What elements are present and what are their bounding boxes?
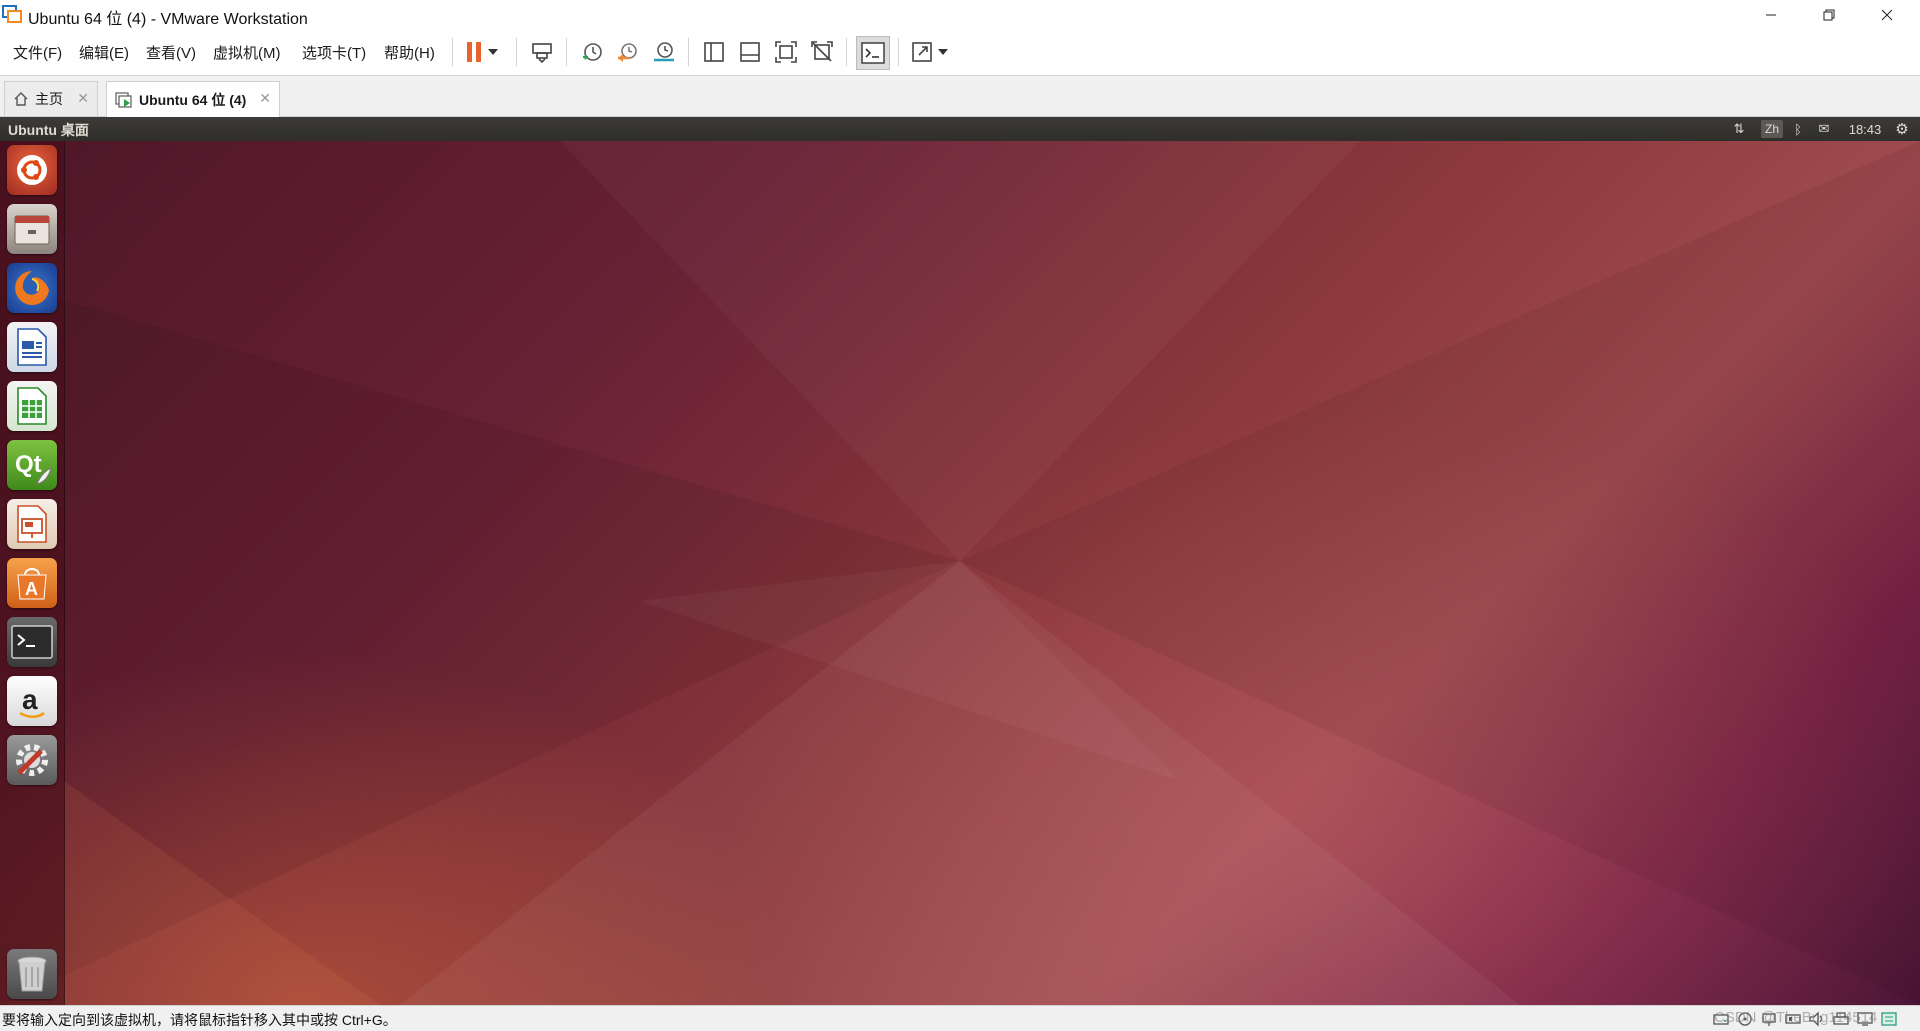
console-view-button[interactable] bbox=[856, 36, 890, 70]
network-indicator-icon[interactable]: ⇅ bbox=[1729, 120, 1749, 138]
minimize-icon bbox=[1766, 14, 1776, 15]
software-center-launcher-item[interactable]: A bbox=[7, 558, 57, 608]
toolbar-separator bbox=[688, 38, 689, 66]
ubuntu-panel-title: Ubuntu 桌面 bbox=[8, 122, 89, 138]
system-settings-launcher-item[interactable] bbox=[7, 735, 57, 785]
toolbar-separator bbox=[898, 38, 899, 66]
show-library-icon bbox=[704, 42, 724, 62]
writer-icon bbox=[17, 328, 47, 366]
snapshot-manager-button[interactable] bbox=[650, 38, 678, 66]
session-settings-icon[interactable]: ⚙ bbox=[1892, 120, 1912, 138]
fullscreen-button[interactable] bbox=[908, 38, 936, 66]
files-launcher-item[interactable] bbox=[7, 204, 57, 254]
keyboard-input-indicator[interactable]: Zh bbox=[1761, 120, 1783, 138]
ubuntu-launcher: Qt A a bbox=[0, 141, 65, 1005]
minimize-button[interactable] bbox=[1742, 0, 1800, 29]
tab-label: Ubuntu 64 位 (4) bbox=[139, 91, 247, 108]
tab-strip: 主页 ✕ Ubuntu 64 位 (4) ✕ bbox=[0, 76, 1920, 117]
dash-launcher-item[interactable] bbox=[7, 145, 57, 195]
status-bar: 要将输入定向到该虚拟机，请将鼠标指针移入其中或按 Ctrl+G。 CSDN @T… bbox=[0, 1005, 1920, 1031]
fit-guest-button[interactable] bbox=[772, 38, 800, 66]
unity-icon bbox=[811, 41, 833, 62]
close-button[interactable] bbox=[1858, 0, 1916, 29]
trash-icon bbox=[17, 956, 47, 992]
restore-icon bbox=[1823, 9, 1835, 20]
toolbar-separator bbox=[516, 38, 517, 66]
system-settings-icon bbox=[16, 744, 48, 776]
fullscreen-icon bbox=[912, 42, 932, 62]
take-snapshot-button[interactable] bbox=[578, 38, 606, 66]
pause-button[interactable] bbox=[460, 38, 488, 66]
firefox-launcher-item[interactable] bbox=[7, 263, 57, 313]
dash-icon bbox=[17, 155, 47, 185]
toolbar-separator bbox=[452, 38, 453, 66]
clock[interactable]: 18:43 bbox=[1843, 120, 1887, 138]
message-log-icon[interactable] bbox=[1880, 1011, 1898, 1027]
writer-launcher-item[interactable] bbox=[7, 322, 57, 372]
toolbar-separator bbox=[846, 38, 847, 66]
restore-button[interactable] bbox=[1800, 0, 1858, 29]
close-icon bbox=[1881, 9, 1893, 20]
revert-snapshot-icon bbox=[618, 43, 637, 62]
tab-close-icon[interactable]: ✕ bbox=[77, 90, 89, 107]
home-icon bbox=[14, 92, 28, 106]
menu-view[interactable]: 查看(V) bbox=[146, 42, 196, 63]
mail-indicator-icon[interactable]: ✉ bbox=[1813, 120, 1835, 138]
snapshot-icon bbox=[583, 43, 602, 61]
fit-guest-icon bbox=[775, 41, 797, 63]
menu-vm[interactable]: 虚拟机(M) bbox=[213, 42, 281, 63]
terminal-launcher-item[interactable] bbox=[7, 617, 57, 667]
snapshot-manager-icon bbox=[654, 42, 674, 62]
menu-tabs[interactable]: 选项卡(T) bbox=[302, 42, 366, 63]
vm-running-icon bbox=[115, 91, 132, 108]
software-center-icon: A bbox=[17, 568, 47, 600]
impress-launcher-item[interactable] bbox=[7, 499, 57, 549]
tab-ubuntu-vm[interactable]: Ubuntu 64 位 (4) ✕ bbox=[106, 81, 280, 117]
tab-label: 主页 bbox=[35, 91, 63, 107]
send-ctrl-alt-del-icon bbox=[532, 43, 552, 64]
tab-home[interactable]: 主页 ✕ bbox=[4, 81, 98, 116]
console-view-icon bbox=[861, 42, 885, 64]
wallpaper-facets bbox=[0, 141, 1920, 1005]
amazon-launcher-item[interactable]: a bbox=[7, 676, 57, 726]
fullscreen-dropdown[interactable] bbox=[936, 38, 950, 66]
ubuntu-desktop[interactable]: Qt A a bbox=[0, 141, 1920, 1005]
power-dropdown[interactable] bbox=[486, 38, 500, 66]
calc-launcher-item[interactable] bbox=[7, 381, 57, 431]
trash-launcher-item[interactable] bbox=[7, 949, 57, 999]
pause-icon bbox=[467, 42, 481, 62]
files-icon bbox=[14, 215, 50, 245]
revert-snapshot-button[interactable] bbox=[614, 38, 642, 66]
menu-toolbar: 文件(F) 编辑(E) 查看(V) 虚拟机(M) 选项卡(T) 帮助(H) bbox=[0, 29, 1920, 76]
send-ctrl-alt-del-button[interactable] bbox=[528, 38, 556, 66]
dropdown-icon bbox=[938, 49, 948, 55]
svg-text:A: A bbox=[25, 579, 38, 599]
qt-creator-launcher-item[interactable]: Qt bbox=[7, 440, 57, 490]
amazon-icon: a bbox=[19, 684, 45, 718]
impress-icon bbox=[17, 505, 47, 543]
svg-text:a: a bbox=[22, 684, 38, 715]
firefox-icon bbox=[15, 271, 49, 305]
menu-file[interactable]: 文件(F) bbox=[13, 42, 62, 63]
menu-help[interactable]: 帮助(H) bbox=[384, 42, 435, 63]
terminal-icon bbox=[11, 625, 53, 659]
toolbar-separator bbox=[566, 38, 567, 66]
window-title: Ubuntu 64 位 (4) - VMware Workstation bbox=[28, 11, 308, 28]
thumbnail-bar-button[interactable] bbox=[736, 38, 764, 66]
bluetooth-indicator-icon[interactable]: ᛒ bbox=[1790, 120, 1806, 138]
calc-icon bbox=[17, 387, 47, 425]
csdn-watermark: CSDN @TheBug114514 bbox=[1714, 1009, 1878, 1026]
dropdown-icon bbox=[488, 49, 498, 55]
status-message: 要将输入定向到该虚拟机，请将鼠标指针移入其中或按 Ctrl+G。 bbox=[2, 1012, 397, 1028]
tab-close-icon[interactable]: ✕ bbox=[259, 90, 271, 107]
window-title-bar: Ubuntu 64 位 (4) - VMware Workstation bbox=[0, 0, 1920, 29]
qt-creator-icon: Qt bbox=[15, 451, 52, 485]
menu-edit[interactable]: 编辑(E) bbox=[79, 42, 129, 63]
svg-text:Qt: Qt bbox=[15, 451, 42, 478]
unity-button[interactable] bbox=[808, 38, 836, 66]
thumbnail-bar-icon bbox=[740, 42, 760, 62]
vmware-app-icon bbox=[2, 5, 22, 23]
ubuntu-top-panel: Ubuntu 桌面 ⇅ Zh ᛒ ✉ 18:43 ⚙ bbox=[0, 117, 1920, 141]
show-library-button[interactable] bbox=[700, 38, 728, 66]
